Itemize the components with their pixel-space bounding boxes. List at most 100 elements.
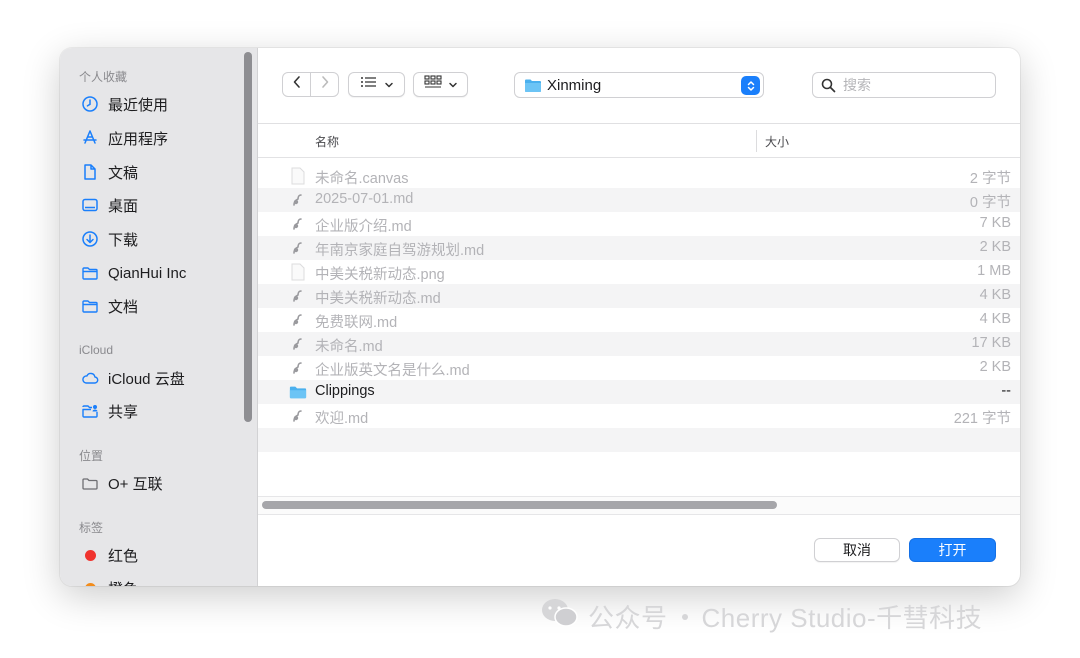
markdown-file-icon <box>289 311 307 329</box>
markdown-file-icon <box>289 335 307 353</box>
watermark: 公众号 Cherry Studio-千彗科技 <box>540 597 982 636</box>
folder-path-popup[interactable]: Xinming <box>514 72 764 98</box>
sidebar-item-desktop[interactable]: 桌面 <box>80 191 138 219</box>
folder-icon <box>524 78 542 93</box>
sidebar-scrollbar[interactable] <box>244 52 252 422</box>
empty-row <box>258 452 1020 476</box>
open-file-dialog: 个人收藏 最近使用 应用程序 文稿 桌面 下载 QianHui Inc 文档 i… <box>60 48 1020 586</box>
horizontal-scrollbar[interactable] <box>258 496 1020 515</box>
sidebar: 个人收藏 最近使用 应用程序 文稿 桌面 下载 QianHui Inc 文档 i… <box>60 48 258 586</box>
chevron-left-icon <box>292 75 302 94</box>
file-row[interactable]: 2025-07-01.md 0 字节 <box>258 188 1020 212</box>
sidebar-item-label: 桌面 <box>108 197 139 215</box>
column-divider[interactable] <box>756 130 757 152</box>
column-header-size[interactable]: 大小 <box>765 133 789 150</box>
file-row[interactable]: 年南京家庭自驾游规划.md 2 KB <box>258 236 1020 260</box>
file-name: 年南京家庭自驾游规划.md <box>315 243 485 259</box>
file-size: 17 KB <box>971 335 1012 351</box>
sidebar-item-tag-red[interactable]: 红色 <box>80 541 138 569</box>
grid-view-icon <box>423 75 442 94</box>
watermark-source: 公众号 <box>588 603 668 633</box>
sidebar-item-label: 最近使用 <box>108 96 169 114</box>
sidebar-item-archive[interactable]: 文档 <box>80 292 138 320</box>
sidebar-item-tag-orange[interactable]: 橙色 <box>80 574 138 586</box>
file-row[interactable]: Clippings -- <box>258 380 1020 404</box>
grid-view-button[interactable] <box>413 72 468 97</box>
file-name: 中美关税新动态.png <box>315 267 445 283</box>
cancel-button[interactable]: 取消 <box>814 538 900 562</box>
file-row[interactable]: 未命名.canvas 2 字节 <box>258 164 1020 188</box>
forward-button[interactable] <box>310 73 338 96</box>
sidebar-item-recents[interactable]: 最近使用 <box>80 90 168 118</box>
file-row[interactable]: 中美关税新动态.md 4 KB <box>258 284 1020 308</box>
file-row[interactable]: 企业版英文名是什么.md 2 KB <box>258 356 1020 380</box>
file-size: 4 KB <box>979 311 1011 327</box>
back-button[interactable] <box>283 73 310 96</box>
list-view-button[interactable] <box>348 72 405 97</box>
wechat-icon <box>540 597 580 636</box>
current-folder-name: Xinming <box>547 76 602 94</box>
sidebar-item-documents[interactable]: 文稿 <box>80 158 138 186</box>
file-row[interactable]: 企业版介绍.md 7 KB <box>258 212 1020 236</box>
sidebar-item-label: 应用程序 <box>108 130 169 148</box>
document-icon <box>80 162 100 182</box>
chevron-down-icon <box>384 76 394 94</box>
orange-tag-dot-icon <box>80 578 100 586</box>
folder-icon <box>80 263 100 283</box>
open-button[interactable]: 打开 <box>909 538 996 562</box>
sidebar-section-icloud: iCloud <box>79 343 114 357</box>
markdown-file-icon <box>289 239 307 257</box>
desktop-icon <box>80 195 100 215</box>
file-name: 中美关税新动态.md <box>315 291 441 307</box>
clock-icon <box>80 94 100 114</box>
file-size: 4 KB <box>979 287 1011 303</box>
search-placeholder: 搜索 <box>843 77 871 93</box>
generic-file-icon <box>289 263 307 281</box>
file-size: -- <box>1001 383 1011 399</box>
column-header-name[interactable]: 名称 <box>315 133 339 150</box>
file-name: 企业版英文名是什么.md <box>315 363 470 379</box>
file-name: 欢迎.md <box>315 411 369 427</box>
markdown-file-icon <box>289 359 307 377</box>
list-view-icon <box>360 75 378 94</box>
file-size: 7 KB <box>979 215 1011 231</box>
file-size: 221 字节 <box>953 411 1011 427</box>
sidebar-item-label: 下载 <box>108 231 139 249</box>
cloud-icon <box>80 368 100 388</box>
search-field[interactable]: 搜索 <box>812 72 996 98</box>
sidebar-item-oplus-link[interactable]: O+ 互联 <box>80 469 163 497</box>
download-icon <box>80 229 100 249</box>
watermark-separator <box>681 613 688 620</box>
sidebar-item-applications[interactable]: 应用程序 <box>80 124 168 152</box>
file-row[interactable]: 中美关税新动态.png 1 MB <box>258 260 1020 284</box>
sidebar-item-downloads[interactable]: 下载 <box>80 225 138 253</box>
markdown-file-icon <box>289 407 307 425</box>
shared-folder-icon <box>80 401 100 421</box>
drive-icon <box>80 473 100 493</box>
file-name: 2025-07-01.md <box>315 191 414 207</box>
sidebar-item-label: 文稿 <box>108 164 139 182</box>
up-down-chevron-icon <box>741 76 760 95</box>
chevron-down-icon <box>448 76 458 94</box>
sidebar-item-shared[interactable]: 共享 <box>80 397 138 425</box>
file-size: 0 字节 <box>969 195 1011 211</box>
file-row[interactable]: 免费联网.md 4 KB <box>258 308 1020 332</box>
file-size: 2 KB <box>979 239 1011 255</box>
apps-icon <box>80 128 100 148</box>
file-name: 未命名.md <box>315 339 383 355</box>
navigation-buttons <box>282 72 339 97</box>
file-list: 名称 大小 未命名.canvas 2 字节 2025-07-01.md 0 字节 企业版… <box>258 123 1020 499</box>
sidebar-item-qianhui-inc[interactable]: QianHui Inc <box>80 259 186 287</box>
sidebar-section-favorites: 个人收藏 <box>79 70 128 84</box>
red-tag-dot-icon <box>80 545 100 565</box>
sidebar-item-icloud-drive[interactable]: iCloud 云盘 <box>80 364 185 392</box>
file-row[interactable]: 未命名.md 17 KB <box>258 332 1020 356</box>
sidebar-item-label: QianHui Inc <box>108 264 187 282</box>
markdown-file-icon <box>289 191 307 209</box>
sidebar-item-label: O+ 互联 <box>108 475 163 493</box>
markdown-file-icon <box>289 287 307 305</box>
file-size: 2 KB <box>979 359 1011 375</box>
scrollbar-thumb[interactable] <box>262 501 777 509</box>
file-row[interactable]: 欢迎.md 221 字节 <box>258 404 1020 428</box>
column-header: 名称 大小 <box>258 124 1020 158</box>
